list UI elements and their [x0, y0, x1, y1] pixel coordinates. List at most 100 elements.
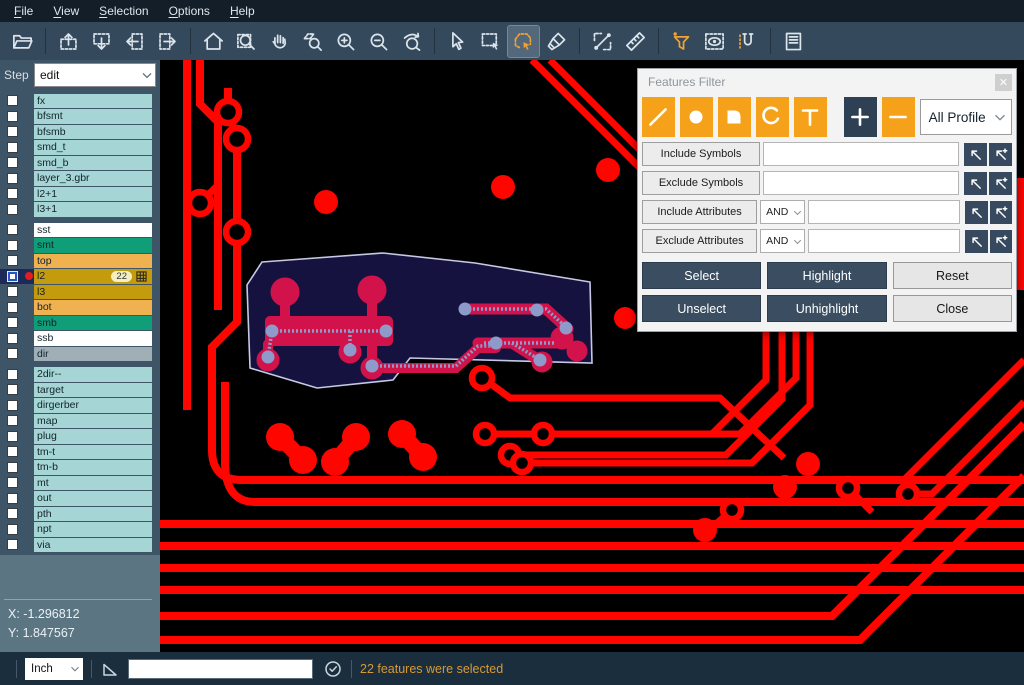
layer-row-bfsmt[interactable]: bfsmt — [0, 109, 160, 125]
layer-row-l2[interactable]: l222 — [0, 269, 160, 285]
layer-visibility-checkbox[interactable] — [7, 369, 18, 380]
unit-select[interactable]: Inch — [25, 658, 83, 680]
include-symbols-input[interactable] — [763, 142, 959, 166]
layer-visibility-checkbox[interactable] — [7, 157, 18, 168]
include-attributes-input[interactable] — [808, 200, 960, 224]
pointer-select-button[interactable] — [442, 26, 473, 57]
layer-name[interactable]: tm-t — [34, 445, 152, 460]
unselect-button[interactable]: Unselect — [642, 295, 761, 322]
include-symbols-button[interactable]: Include Symbols — [642, 142, 760, 166]
layer-row-out[interactable]: out — [0, 491, 160, 507]
layer-row-top[interactable]: top — [0, 253, 160, 269]
close-button[interactable]: Close — [893, 295, 1012, 322]
layer-visibility-checkbox[interactable] — [7, 95, 18, 106]
snap-button[interactable] — [732, 26, 763, 57]
polygon-select-button[interactable] — [508, 26, 539, 57]
layer-visibility-checkbox[interactable] — [7, 493, 18, 504]
layer-name[interactable]: bot — [34, 300, 152, 315]
layer-row-2dir--[interactable]: 2dir-- — [0, 367, 160, 383]
layer-row-dir[interactable]: dir — [0, 346, 160, 362]
layer-visibility-checkbox[interactable] — [7, 462, 18, 473]
layer-visibility-checkbox[interactable] — [7, 333, 18, 344]
exclude-symbols-pick-add-button[interactable] — [989, 172, 1012, 195]
step-select[interactable]: edit — [34, 63, 156, 87]
layer-name[interactable]: layer_3.gbr — [34, 171, 152, 186]
layer-name[interactable]: smd_t — [34, 140, 152, 155]
layer-row-dirgerber[interactable]: dirgerber — [0, 398, 160, 414]
layer-row-l3[interactable]: l3 — [0, 284, 160, 300]
polarity-positive-button[interactable] — [844, 97, 877, 137]
layer-visibility-checkbox[interactable] — [7, 302, 18, 313]
exclude-attributes-pick-button[interactable] — [965, 230, 987, 253]
reset-button[interactable]: Reset — [893, 262, 1012, 289]
layer-visibility-checkbox[interactable] — [7, 477, 18, 488]
layer-name[interactable]: pth — [34, 507, 152, 522]
export-down-button[interactable] — [86, 26, 117, 57]
open-button[interactable] — [7, 26, 38, 57]
layer-visibility-checkbox[interactable] — [7, 173, 18, 184]
zoom-previous-button[interactable] — [396, 26, 427, 57]
layer-name[interactable]: smt — [34, 238, 152, 253]
angle-measure-icon[interactable] — [100, 659, 120, 679]
layer-name[interactable]: dir — [34, 347, 152, 362]
exclude-attributes-logic-select[interactable]: AND — [760, 229, 805, 253]
highlight-button[interactable]: Highlight — [767, 262, 886, 289]
clear-brush-button[interactable] — [541, 26, 572, 57]
layer-row-npt[interactable]: npt — [0, 522, 160, 538]
layer-row-plug[interactable]: plug — [0, 429, 160, 445]
layer-visibility-checkbox[interactable] — [7, 446, 18, 457]
include-symbols-pick-button[interactable] — [964, 143, 987, 166]
filter-type-arc-button[interactable] — [756, 97, 789, 137]
layer-name[interactable]: l222 — [34, 269, 152, 284]
layer-row-map[interactable]: map — [0, 413, 160, 429]
layer-name[interactable]: ssb — [34, 331, 152, 346]
layer-row-l2+1[interactable]: l2+1 — [0, 186, 160, 202]
layer-name[interactable]: npt — [34, 522, 152, 537]
layer-visibility-checkbox[interactable] — [7, 204, 18, 215]
layer-visibility-checkbox[interactable] — [7, 415, 18, 426]
exclude-symbols-input[interactable] — [763, 171, 959, 195]
layer-name[interactable]: via — [34, 538, 152, 553]
zoom-in-button[interactable] — [330, 26, 361, 57]
layer-row-pth[interactable]: pth — [0, 506, 160, 522]
include-attributes-button[interactable]: Include Attributes — [642, 200, 757, 224]
layer-visibility-checkbox[interactable] — [7, 286, 18, 297]
exclude-attributes-input[interactable] — [808, 229, 960, 253]
layer-name[interactable]: top — [34, 254, 152, 269]
layer-visibility-checkbox[interactable] — [7, 539, 18, 550]
pan-button[interactable] — [264, 26, 295, 57]
filter-type-surface-button[interactable] — [718, 97, 751, 137]
include-symbols-pick-add-button[interactable] — [989, 143, 1012, 166]
home-button[interactable] — [198, 26, 229, 57]
command-input[interactable] — [128, 659, 313, 679]
layer-row-bot[interactable]: bot — [0, 300, 160, 316]
view-options-button[interactable] — [699, 26, 730, 57]
include-attributes-pick-add-button[interactable] — [990, 201, 1012, 224]
select-button[interactable]: Select — [642, 262, 761, 289]
layer-name[interactable]: mt — [34, 476, 152, 491]
layer-visibility-checkbox[interactable] — [7, 142, 18, 153]
zoom-out-button[interactable] — [363, 26, 394, 57]
layer-row-smt[interactable]: smt — [0, 238, 160, 254]
export-left-button[interactable] — [119, 26, 150, 57]
layer-row-tm-b[interactable]: tm-b — [0, 460, 160, 476]
layer-visibility-checkbox[interactable] — [7, 400, 18, 411]
layer-row-fx[interactable]: fx — [0, 93, 160, 109]
layer-visibility-checkbox[interactable] — [7, 384, 18, 395]
layer-name[interactable]: l3 — [34, 285, 152, 300]
menu-view[interactable]: View — [43, 2, 89, 20]
menu-file[interactable]: File — [4, 2, 43, 20]
history-check-icon[interactable] — [323, 659, 343, 679]
include-attributes-pick-button[interactable] — [965, 201, 987, 224]
ruler-button[interactable] — [620, 26, 651, 57]
filter-type-line-button[interactable] — [642, 97, 675, 137]
layer-visibility-checkbox[interactable] — [7, 348, 18, 359]
layer-name[interactable]: plug — [34, 429, 152, 444]
layer-visibility-checkbox[interactable] — [7, 224, 18, 235]
layer-name[interactable]: target — [34, 383, 152, 398]
rect-select-button[interactable] — [475, 26, 506, 57]
exclude-attributes-button[interactable]: Exclude Attributes — [642, 229, 757, 253]
layer-row-mt[interactable]: mt — [0, 475, 160, 491]
layer-row-target[interactable]: target — [0, 382, 160, 398]
layer-row-layer_3.gbr[interactable]: layer_3.gbr — [0, 171, 160, 187]
